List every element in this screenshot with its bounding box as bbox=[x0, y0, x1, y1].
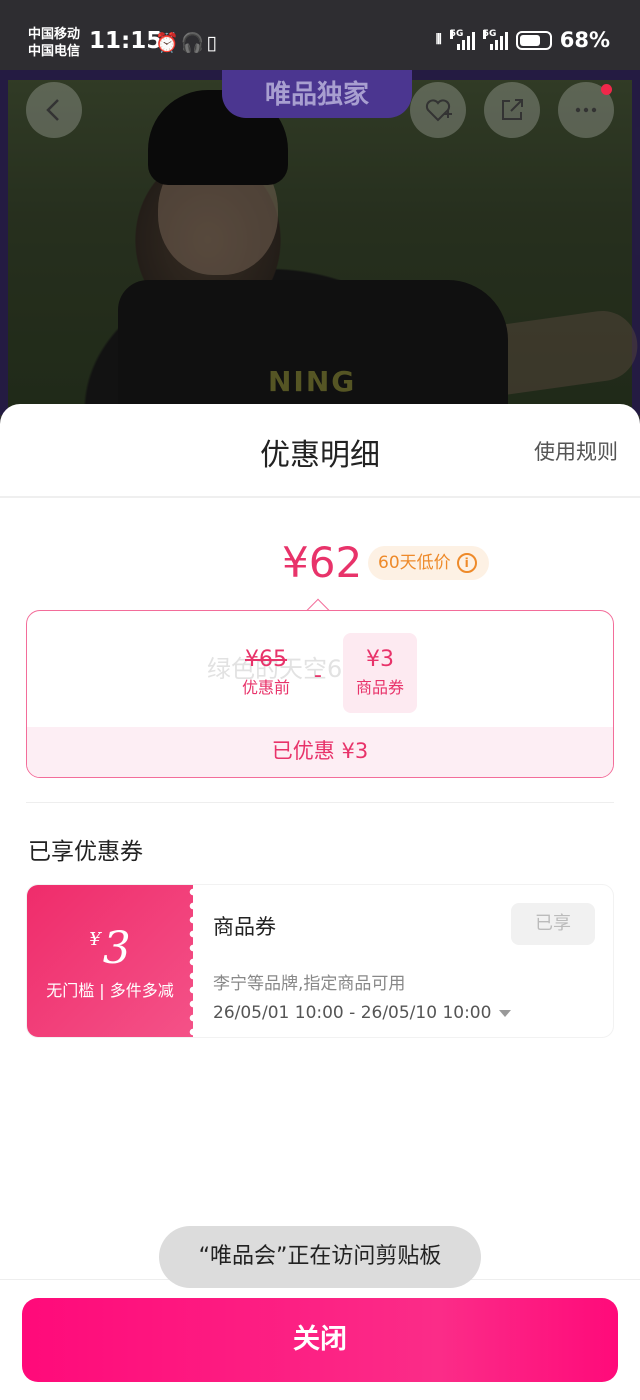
price-calculation-box: 绿色的天空666 ¥65 优惠前 - ¥3 商品券 已优惠 ¥3 bbox=[26, 610, 614, 778]
original-price-label: 优惠前 bbox=[241, 678, 290, 697]
back-button[interactable] bbox=[26, 82, 82, 138]
coupon-amount: 3 bbox=[102, 923, 131, 974]
battery-icon bbox=[515, 30, 552, 50]
coupon-name: 商品券 bbox=[213, 915, 276, 939]
notification-dot bbox=[601, 84, 612, 95]
coupon-description: 李宁等品牌,指定商品可用 bbox=[213, 974, 406, 994]
favorite-add-icon bbox=[425, 99, 452, 122]
signal-5g-icon: 5G bbox=[449, 29, 475, 50]
status-bar: 中国移动 中国电信 11:15 ⏰🎧▯ ⦀ 5G 5G 68% bbox=[0, 0, 640, 70]
clock: 11:15 bbox=[89, 28, 163, 54]
headphones-icon: 🎧 bbox=[180, 32, 207, 54]
coupon-deduction-amount: ¥3 bbox=[366, 647, 394, 672]
carrier-names: 中国移动 中国电信 bbox=[28, 26, 80, 60]
share-icon bbox=[502, 99, 523, 120]
coupon-value-panel: ¥3 无门槛 | 多件多减 bbox=[27, 885, 198, 1037]
final-price: ¥62 bbox=[282, 538, 363, 587]
coupon-validity-text: 26/05/01 10:00 - 26/05/10 10:00 bbox=[213, 1003, 492, 1023]
clipboard-toast: “唯品会”正在访问剪贴板 bbox=[159, 1226, 481, 1288]
original-price: ¥65 bbox=[245, 647, 287, 672]
coupon-deduction-item: ¥3 商品券 bbox=[343, 633, 417, 713]
divider bbox=[26, 802, 614, 803]
back-icon bbox=[46, 99, 59, 121]
more-button[interactable] bbox=[558, 82, 614, 138]
minus-sign: - bbox=[314, 663, 322, 688]
signal-label: 5G bbox=[449, 29, 464, 39]
favorite-button[interactable] bbox=[410, 82, 466, 138]
signal-label: 5G bbox=[482, 29, 497, 39]
total-saved: 已优惠 ¥3 bbox=[27, 727, 613, 777]
carrier-1: 中国移动 bbox=[28, 27, 81, 42]
section-title-used-coupons: 已享优惠券 bbox=[28, 839, 143, 865]
coupon-currency: ¥ bbox=[89, 929, 101, 950]
coupon-deduction-label: 商品券 bbox=[355, 678, 404, 697]
more-icon bbox=[575, 107, 597, 113]
divider bbox=[0, 496, 640, 498]
status-icons-left: ⏰🎧▯ bbox=[155, 31, 219, 54]
coupon-status-badge: 已享 bbox=[511, 903, 595, 945]
low-price-badge[interactable]: 60天低价 i bbox=[368, 546, 489, 580]
coupon-card[interactable]: ¥3 无门槛 | 多件多减 商品券 已享 李宁等品牌,指定商品可用 26/05/… bbox=[26, 884, 614, 1038]
close-button[interactable]: 关闭 bbox=[22, 1298, 618, 1382]
original-price-item: ¥65 优惠前 bbox=[231, 647, 301, 698]
signal-5g-icon: 5G bbox=[482, 29, 508, 50]
exclusive-banner: 唯品独家 bbox=[222, 70, 412, 118]
product-hero-image: NING 唯品独家 bbox=[0, 70, 640, 415]
low-price-label: 60天低价 bbox=[378, 553, 451, 573]
chevron-down-icon[interactable] bbox=[499, 1009, 512, 1017]
usage-rules-link[interactable]: 使用规则 bbox=[534, 436, 618, 466]
carrier-2: 中国电信 bbox=[28, 44, 81, 59]
status-icons-right: ⦀ 5G 5G 68% bbox=[436, 28, 610, 52]
battery-percent: 68% bbox=[559, 28, 610, 52]
vibrate-icon: ⦀ bbox=[435, 32, 442, 48]
share-button[interactable] bbox=[484, 82, 540, 138]
coupon-value: ¥3 bbox=[27, 923, 193, 974]
battery-saver-icon: ▯ bbox=[206, 32, 219, 54]
coupon-condition: 无门槛 | 多件多减 bbox=[46, 981, 174, 1000]
coupon-validity[interactable]: 26/05/01 10:00 - 26/05/10 10:00 bbox=[213, 1003, 512, 1023]
info-icon[interactable]: i bbox=[456, 553, 477, 573]
discount-detail-sheet: 优惠明细 使用规则 ¥62 60天低价 i 绿色的天空666 ¥65 优惠前 -… bbox=[0, 404, 640, 1400]
alarm-icon: ⏰ bbox=[155, 32, 181, 54]
